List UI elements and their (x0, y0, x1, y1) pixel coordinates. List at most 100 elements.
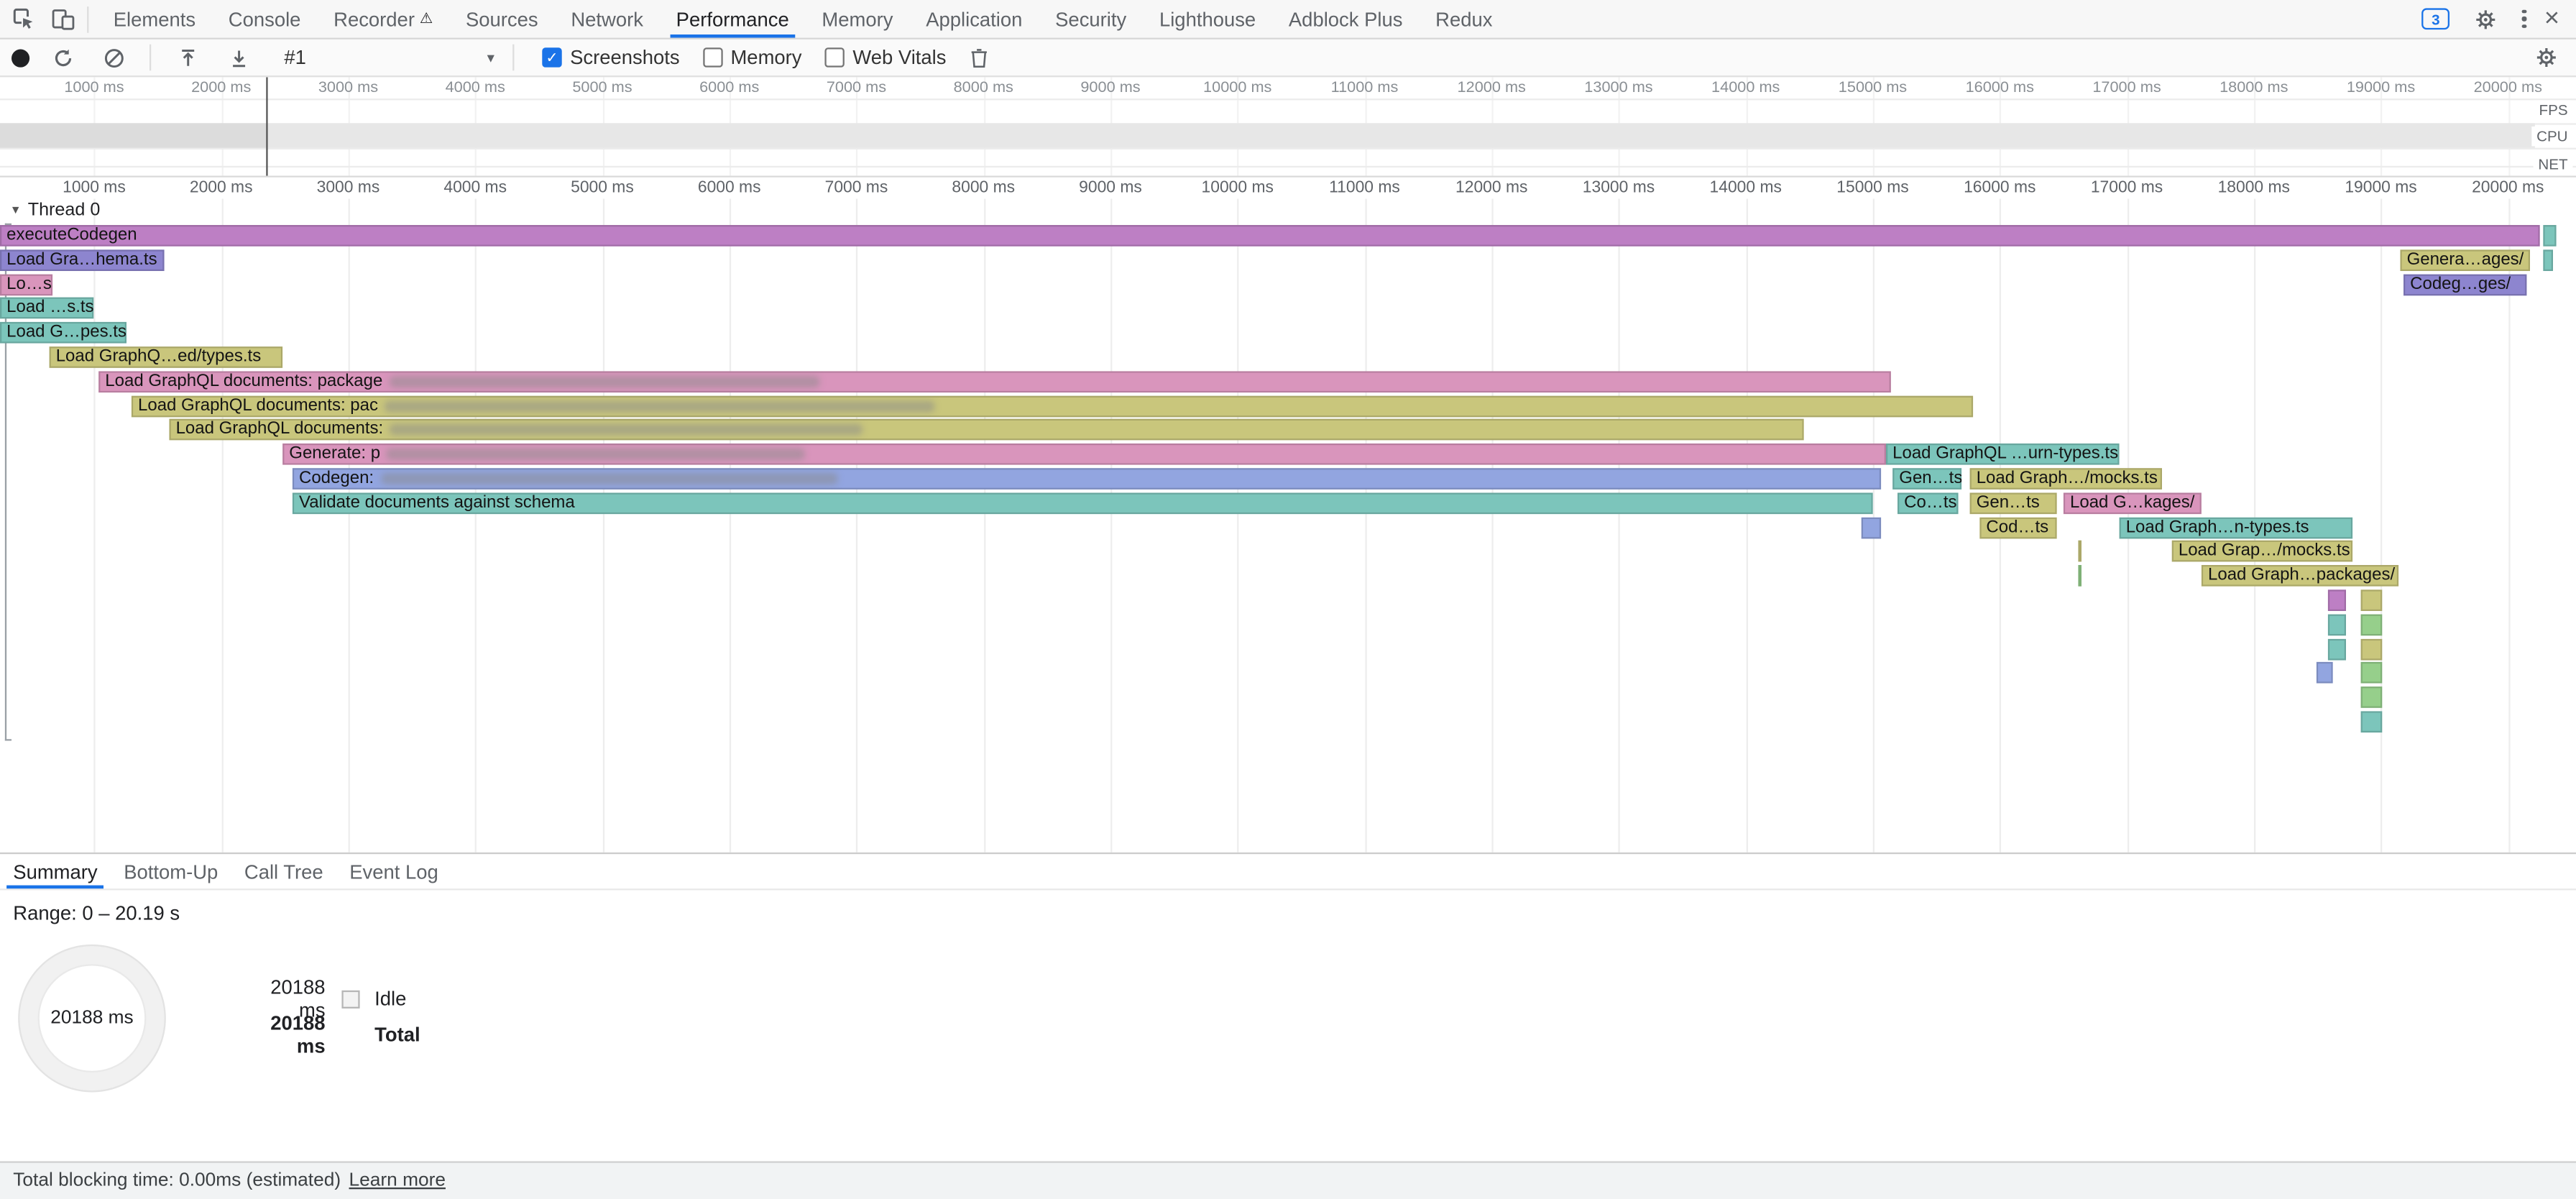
load-profile-icon[interactable] (169, 41, 205, 74)
tab-label: Console (229, 7, 301, 30)
thread-header[interactable]: ▼ Thread 0 (10, 201, 101, 220)
flame-event[interactable]: Cod…ts (1979, 517, 2056, 538)
record-button[interactable] (12, 48, 29, 66)
flame-event[interactable] (2328, 589, 2346, 611)
lane-divider (0, 98, 2576, 100)
lane-label-fps: FPS (2534, 100, 2573, 119)
checkbox-screenshots[interactable]: ✓Screenshots (542, 46, 679, 69)
checkbox-memory[interactable]: Memory (703, 46, 802, 69)
flame-event[interactable]: Codegen: (293, 468, 1881, 490)
flame-gridline (856, 198, 857, 852)
flame-event[interactable]: Gen…ts (1970, 492, 2057, 514)
flame-event[interactable]: Genera…ages/ (2400, 249, 2530, 271)
tab-security[interactable]: Security (1039, 0, 1143, 38)
flame-event[interactable]: Load G…kages/ (2064, 492, 2202, 514)
flame-event-label: Load Gra…hema.ts (0, 249, 164, 271)
flame-event[interactable] (2317, 663, 2333, 684)
tab-label: Sources (466, 7, 538, 30)
tab-lighthouse[interactable]: Lighthouse (1143, 0, 1272, 38)
flame-event[interactable]: Load GraphQL documents: pac (132, 395, 1973, 417)
learn-more-link[interactable]: Learn more (349, 1171, 446, 1190)
clear-recording-icon[interactable] (96, 41, 132, 74)
flame-event[interactable] (2543, 225, 2556, 247)
flame-event[interactable]: executeCodegen (0, 225, 2540, 247)
flame-event[interactable]: Gen…ts (1892, 468, 1961, 490)
tab-network[interactable]: Network (554, 0, 659, 38)
tab-performance[interactable]: Performance (660, 0, 806, 38)
flame-event[interactable] (2078, 565, 2082, 587)
lane-label-cpu: CPU (2531, 127, 2572, 146)
flame-event[interactable]: Load GraphQL documents: (169, 420, 1803, 441)
reload-and-record-icon[interactable] (45, 41, 80, 74)
tab-memory[interactable]: Memory (806, 0, 910, 38)
device-toolbar-icon[interactable] (45, 2, 80, 35)
flame-event[interactable] (2361, 687, 2383, 709)
console-messages-badge[interactable]: 3 (2421, 8, 2450, 29)
flame-event[interactable]: Codeg…ges/ (2404, 274, 2526, 295)
flame-event[interactable] (1862, 517, 1881, 538)
ruler-time-label: 10000 ms (1172, 178, 1303, 199)
flame-event[interactable]: Load Graph…/mocks.ts (1970, 468, 2162, 490)
flame-event[interactable] (2543, 249, 2553, 271)
tab-recorder[interactable]: Recorder⚠ (317, 0, 449, 38)
close-icon[interactable]: × (2544, 6, 2559, 32)
tab-label: Elements (114, 7, 196, 30)
capture-settings-gear-icon[interactable] (2529, 41, 2564, 74)
more-options-icon[interactable] (2522, 9, 2526, 28)
flame-event[interactable] (2361, 663, 2383, 684)
flame-event[interactable] (2361, 638, 2383, 660)
flame-event[interactable] (2328, 638, 2346, 660)
flame-event[interactable]: Lo…s (0, 274, 52, 295)
chevron-down-icon: ▾ (487, 48, 494, 66)
flame-event[interactable]: Load GraphQ…ed/types.ts (50, 346, 283, 368)
tab-redux[interactable]: Redux (1419, 0, 1509, 38)
overview-time-label: 11000 ms (1299, 79, 1430, 97)
flame-event[interactable] (2361, 589, 2383, 611)
tab-console[interactable]: Console (212, 0, 317, 38)
flame-event[interactable]: Validate documents against schema (293, 492, 1873, 514)
flame-event[interactable] (2361, 711, 2383, 732)
tab-call-tree[interactable]: Call Tree (231, 854, 336, 888)
flame-gridline (94, 198, 96, 852)
lane-divider (0, 166, 2576, 167)
redacted-text (389, 376, 819, 387)
save-profile-icon[interactable] (220, 41, 256, 74)
flame-event[interactable]: Load Gra…hema.ts (0, 249, 165, 271)
inspect-element-icon[interactable] (5, 2, 41, 35)
tab-bottom-up[interactable]: Bottom-Up (111, 854, 231, 888)
checkbox-web-vitals[interactable]: Web Vitals (825, 46, 947, 69)
overview-time-label: 18000 ms (2188, 79, 2319, 97)
ruler-time-label: 11000 ms (1299, 178, 1430, 199)
flame-event-label: Load GraphQL …urn-types.ts (1886, 444, 2120, 465)
flame-event[interactable]: Load Grap…/mocks.ts (2172, 541, 2352, 563)
settings-gear-icon[interactable] (2467, 2, 2503, 35)
trash-icon[interactable] (961, 41, 997, 74)
flame-event[interactable]: Generate: p (282, 444, 1886, 465)
tab-summary[interactable]: Summary (0, 854, 111, 888)
history-label: #1 (284, 46, 306, 69)
tab-sources[interactable]: Sources (449, 0, 554, 38)
flame-event[interactable]: Load Graph…n-types.ts (2120, 517, 2353, 538)
flame-event[interactable] (2361, 614, 2383, 635)
flame-event[interactable] (2328, 614, 2346, 635)
flame-event[interactable] (2078, 541, 2082, 563)
tab-label: Application (926, 7, 1022, 30)
tab-application[interactable]: Application (909, 0, 1039, 38)
flame-event[interactable]: Load Graph…packages/ (2202, 565, 2398, 587)
flame-event[interactable]: Load G…pes.ts (0, 322, 126, 344)
overview-time-label: 3000 ms (282, 79, 414, 97)
history-select[interactable]: #1 ▾ (284, 46, 494, 69)
tab-elements[interactable]: Elements (97, 0, 212, 38)
overview-time-label: 20000 ms (2442, 79, 2574, 97)
flame-event[interactable]: Co…ts (1898, 492, 1959, 514)
flame-event-label: Load GraphQL documents: package (98, 371, 389, 392)
flame-event[interactable]: Load …s.ts (0, 298, 93, 319)
lane-label-net: NET (2534, 155, 2573, 174)
flame-event[interactable]: Load GraphQL documents: package (98, 371, 1891, 392)
tab-adblock-plus[interactable]: Adblock Plus (1272, 0, 1419, 38)
flame-gridline (1110, 198, 1112, 852)
flame-event-label: executeCodegen (0, 225, 144, 247)
flame-event[interactable]: Load GraphQL …urn-types.ts (1886, 444, 2120, 465)
tab-event-log[interactable]: Event Log (336, 854, 451, 888)
timeline-overview[interactable]: 1000 ms2000 ms3000 ms4000 ms5000 ms6000 … (0, 77, 2576, 177)
